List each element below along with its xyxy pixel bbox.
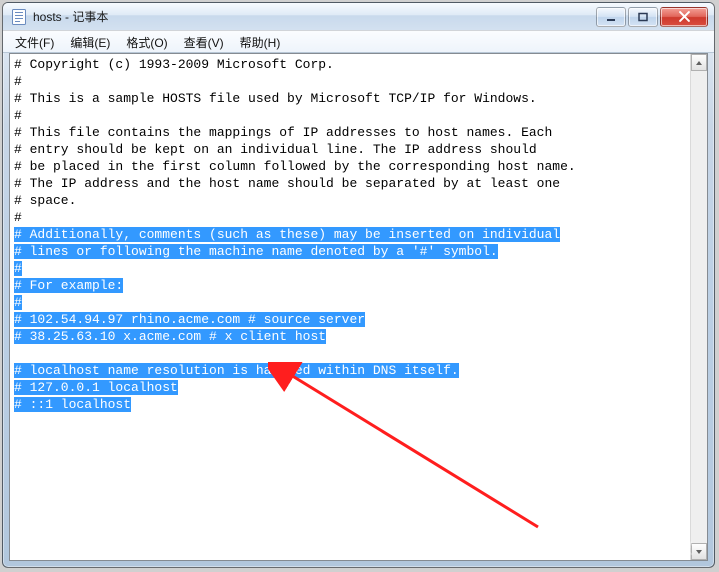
editor-line[interactable]: # entry should be kept on an individual …	[14, 141, 690, 158]
menu-format[interactable]: 格式(O)	[118, 32, 175, 53]
editor-line[interactable]: # This file contains the mappings of IP …	[14, 124, 690, 141]
menu-file[interactable]: 文件(F)	[7, 32, 62, 53]
editor-line[interactable]: # For example:	[14, 277, 690, 294]
editor-line[interactable]: #	[14, 294, 690, 311]
editor-line[interactable]: #	[14, 73, 690, 90]
editor-line[interactable]: # This is a sample HOSTS file used by Mi…	[14, 90, 690, 107]
close-button[interactable]	[660, 7, 708, 27]
scroll-down-button[interactable]	[691, 543, 707, 560]
editor-line[interactable]: #	[14, 260, 690, 277]
vertical-scrollbar[interactable]	[690, 54, 707, 560]
editor-line[interactable]: #	[14, 209, 690, 226]
editor-line[interactable]: # lines or following the machine name de…	[14, 243, 690, 260]
notepad-icon	[11, 9, 27, 25]
menu-help[interactable]: 帮助(H)	[232, 32, 289, 53]
editor-line[interactable]: # The IP address and the host name shoul…	[14, 175, 690, 192]
menu-edit[interactable]: 编辑(E)	[62, 32, 118, 53]
editor-line[interactable]: #	[14, 107, 690, 124]
text-editor[interactable]: # Copyright (c) 1993-2009 Microsoft Corp…	[10, 54, 690, 560]
editor-line[interactable]	[14, 345, 690, 362]
titlebar[interactable]: hosts - 记事本	[3, 3, 714, 31]
window-frame: hosts - 记事本 文件(F) 编辑(E) 格式(O) 查看(V) 帮助(H…	[2, 2, 715, 568]
window-controls	[596, 7, 708, 27]
maximize-button[interactable]	[628, 7, 658, 27]
editor-line[interactable]: # be placed in the first column followed…	[14, 158, 690, 175]
editor-line[interactable]: # ::1 localhost	[14, 396, 690, 413]
menu-view[interactable]: 查看(V)	[176, 32, 232, 53]
editor-line[interactable]: # 38.25.63.10 x.acme.com # x client host	[14, 328, 690, 345]
editor-line[interactable]: # Copyright (c) 1993-2009 Microsoft Corp…	[14, 56, 690, 73]
editor-line[interactable]: # 102.54.94.97 rhino.acme.com # source s…	[14, 311, 690, 328]
editor-line[interactable]: # space.	[14, 192, 690, 209]
editor-line[interactable]: # 127.0.0.1 localhost	[14, 379, 690, 396]
editor-line[interactable]: # Additionally, comments (such as these)…	[14, 226, 690, 243]
menubar: 文件(F) 编辑(E) 格式(O) 查看(V) 帮助(H)	[3, 31, 714, 53]
client-area: # Copyright (c) 1993-2009 Microsoft Corp…	[9, 53, 708, 561]
minimize-button[interactable]	[596, 7, 626, 27]
scroll-up-button[interactable]	[691, 54, 707, 71]
editor-line[interactable]: # localhost name resolution is handled w…	[14, 362, 690, 379]
window-title: hosts - 记事本	[33, 8, 596, 25]
